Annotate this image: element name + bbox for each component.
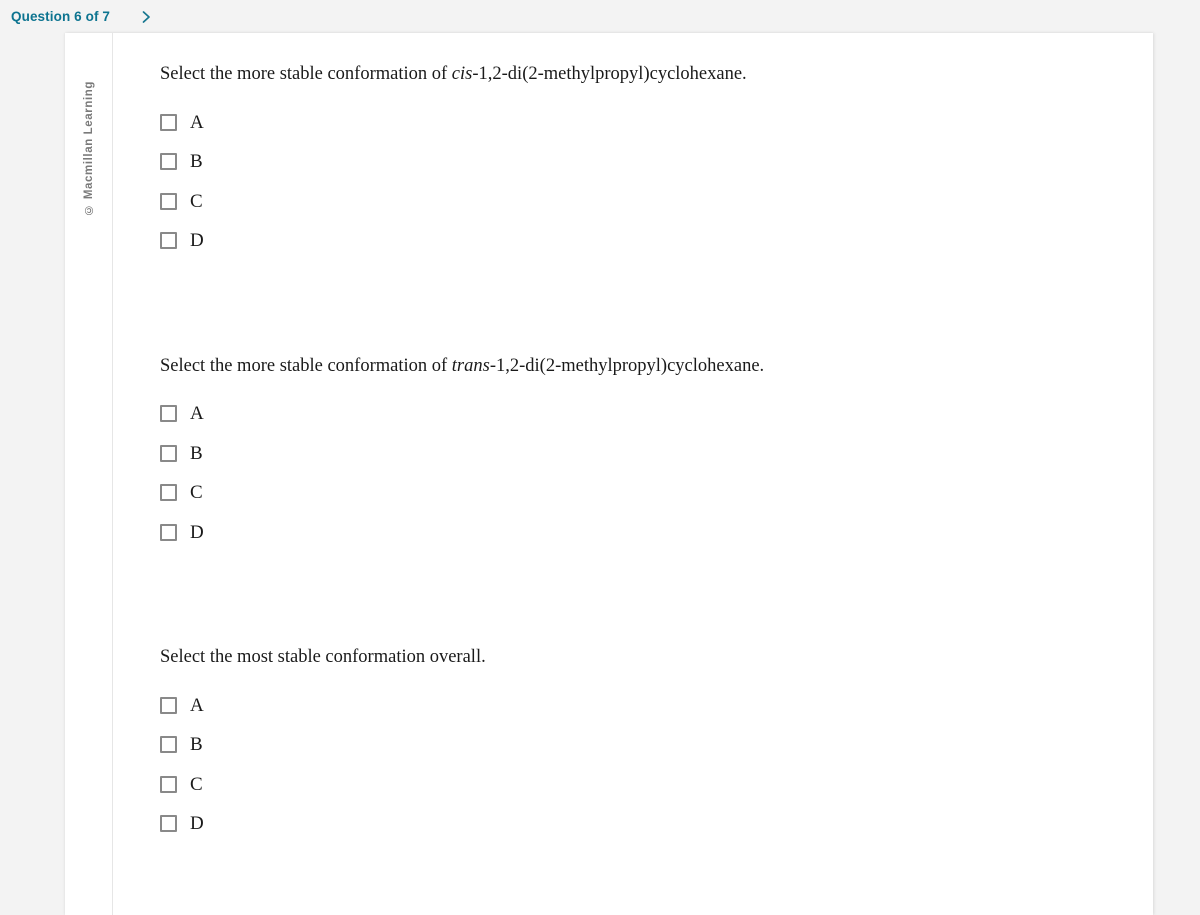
option-label: B: [190, 442, 203, 464]
checkbox-2-b[interactable]: [160, 444, 177, 462]
question-block-2: Select the more stable conformation of t…: [113, 355, 1153, 544]
option-row[interactable]: B: [160, 442, 250, 464]
option-row[interactable]: B: [160, 734, 250, 756]
checkbox-3-d[interactable]: [160, 815, 177, 833]
option-row[interactable]: B: [160, 151, 250, 173]
option-label: C: [190, 190, 203, 212]
question-block-1: Select the more stable conformation of c…: [113, 63, 1153, 252]
option-row[interactable]: C: [160, 773, 250, 795]
option-label: B: [190, 734, 203, 756]
checkbox-1-a[interactable]: [160, 113, 177, 131]
option-label: C: [190, 773, 203, 795]
option-label: D: [190, 813, 204, 835]
option-row[interactable]: D: [160, 230, 250, 252]
checkbox-3-a[interactable]: [160, 696, 177, 714]
chevron-right-icon[interactable]: [138, 9, 154, 25]
copyright-label: © Macmillan Learning: [82, 81, 95, 216]
question-prompt-2: Select the more stable conformation of t…: [160, 355, 1153, 378]
option-label: A: [190, 111, 204, 133]
option-label: A: [190, 694, 204, 716]
question-card: © Macmillan Learning Select the more sta…: [65, 33, 1153, 915]
option-row[interactable]: D: [160, 813, 250, 835]
option-label: C: [190, 482, 203, 504]
option-label: D: [190, 230, 204, 252]
checkbox-1-c[interactable]: [160, 192, 177, 210]
checkbox-1-d[interactable]: [160, 232, 177, 250]
question-prompt-2-italic: trans: [451, 355, 490, 376]
question-prompt-1: Select the more stable conformation of c…: [160, 63, 1153, 86]
question-content: Select the more stable conformation of c…: [113, 33, 1153, 915]
option-label: B: [190, 151, 203, 173]
checkbox-3-b[interactable]: [160, 736, 177, 754]
page-header: Question 6 of 7: [0, 0, 1200, 33]
question-prompt-1-italic: cis: [451, 64, 473, 84]
question-prompt-3-pre: Select the most stable conformation over…: [160, 647, 486, 668]
question-prompt-1-post: -1,2-di(2-methylpropyl)cyclohexane.: [472, 64, 747, 84]
checkbox-2-a[interactable]: [160, 405, 177, 423]
option-row[interactable]: A: [160, 403, 250, 425]
question-prompt-2-post: -1,2-di(2-methylpropyl)cyclohexane.: [489, 355, 765, 376]
option-row[interactable]: C: [160, 482, 250, 504]
question-prompt-3: Select the most stable conformation over…: [160, 646, 1153, 669]
option-row[interactable]: A: [160, 694, 250, 716]
checkbox-2-d[interactable]: [160, 523, 177, 541]
question-counter: Question 6 of 7: [11, 9, 111, 24]
copyright-rail: © Macmillan Learning: [65, 33, 113, 915]
option-label: D: [190, 521, 204, 543]
question-prompt-2-pre: Select the more stable conformation of: [160, 355, 452, 376]
checkbox-2-c[interactable]: [160, 484, 177, 502]
question-block-3: Select the most stable conformation over…: [113, 646, 1153, 835]
option-row[interactable]: C: [160, 190, 250, 212]
checkbox-3-c[interactable]: [160, 775, 177, 793]
question-prompt-1-pre: Select the more stable conformation of: [160, 64, 452, 84]
option-row[interactable]: A: [160, 111, 250, 133]
option-row[interactable]: D: [160, 521, 250, 543]
option-label: A: [190, 403, 204, 425]
checkbox-1-b[interactable]: [160, 153, 177, 171]
